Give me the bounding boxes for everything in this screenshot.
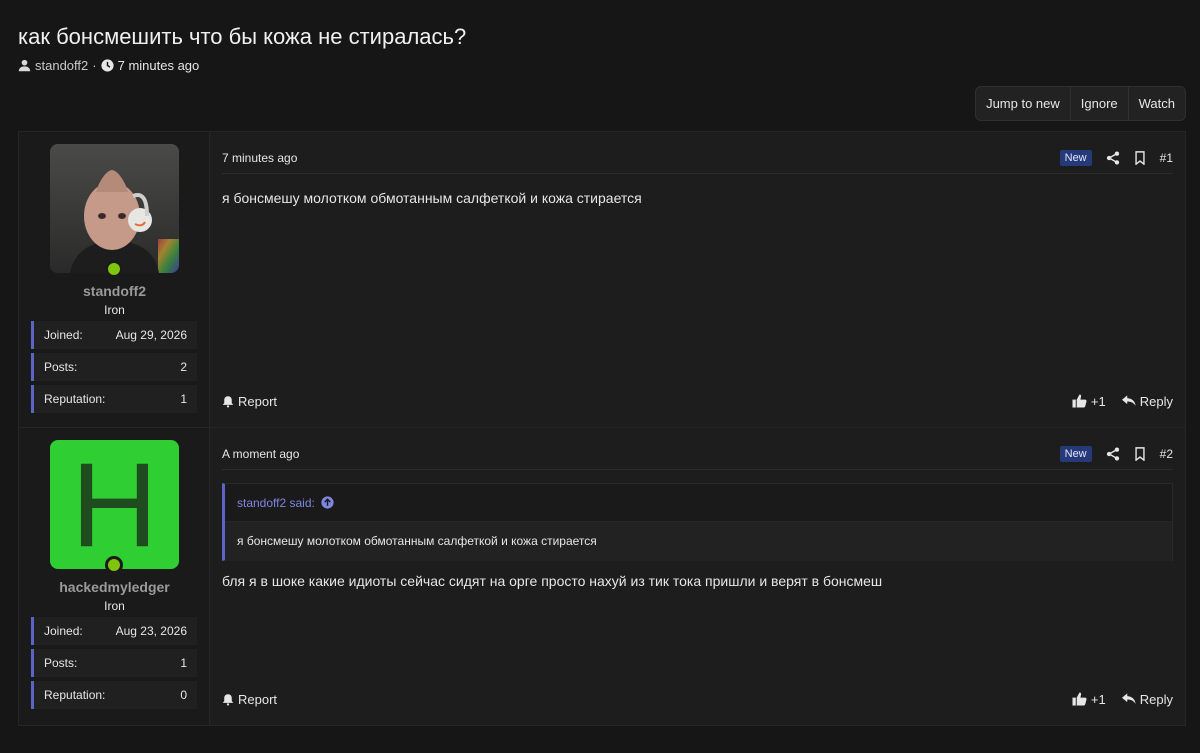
like-count: +1 — [1090, 691, 1106, 707]
thumbs-up-icon — [1072, 692, 1087, 706]
post-number[interactable]: #1 — [1160, 151, 1173, 165]
watch-button[interactable]: Watch — [1127, 87, 1185, 120]
stat-joined: Joined: Aug 29, 2026 — [31, 321, 197, 349]
share-icon[interactable] — [1106, 446, 1120, 461]
post: standoff2 Iron Joined: Aug 29, 2026 Post… — [18, 131, 1186, 428]
user-stats: Joined: Aug 23, 2026 Posts: 1 Reputation… — [31, 617, 197, 713]
post-content: 7 minutes ago New #1 я бонсмешу молотком… — [210, 132, 1185, 427]
share-icon[interactable] — [1106, 150, 1120, 165]
stat-value: 1 — [180, 656, 187, 670]
post-time[interactable]: 7 minutes ago — [222, 151, 297, 165]
post-body: бля я в шоке какие идиоты сейчас сидят н… — [222, 573, 883, 589]
report-button[interactable]: Report — [222, 394, 277, 409]
online-status-indicator — [105, 556, 123, 574]
thread-meta: standoff2 · 7 minutes ago — [18, 58, 199, 73]
bell-icon — [222, 395, 234, 408]
avatar[interactable] — [50, 144, 179, 273]
user-stats: Joined: Aug 29, 2026 Posts: 2 Reputation… — [31, 321, 197, 417]
new-badge: New — [1059, 445, 1092, 462]
quote-block: standoff2 said: я бонсмешу молотком обмо… — [222, 483, 1173, 561]
new-badge: New — [1059, 149, 1092, 166]
post-time[interactable]: A moment ago — [222, 447, 299, 461]
user-title: Iron — [104, 303, 125, 317]
post-header: A moment ago New #2 — [222, 438, 1173, 470]
stat-label: Reputation: — [44, 392, 106, 406]
post-footer: Report +1 Reply — [222, 689, 1173, 709]
username[interactable]: hackedmyledger — [19, 579, 210, 595]
quote-header[interactable]: standoff2 said: — [225, 484, 1172, 522]
jump-to-new-button[interactable]: Jump to new — [976, 87, 1070, 120]
stat-label: Joined: — [44, 328, 83, 342]
post-content: A moment ago New #2 standoff2 said: я бо… — [210, 428, 1185, 725]
avatar[interactable]: H — [50, 440, 179, 569]
report-label: Report — [238, 393, 278, 409]
quote-text: я бонсмешу молотком обмотанным салфеткой… — [225, 522, 1172, 561]
thread-page: как бонсмешить что бы кожа не стиралась?… — [0, 0, 1200, 753]
reply-label: Reply — [1139, 691, 1173, 707]
reply-icon — [1121, 693, 1136, 705]
quote-author[interactable]: standoff2 said: — [237, 496, 315, 510]
bookmark-icon[interactable] — [1134, 150, 1146, 165]
report-button[interactable]: Report — [222, 692, 277, 707]
reply-icon — [1121, 395, 1136, 407]
meta-separator: · — [92, 58, 97, 73]
stat-joined: Joined: Aug 23, 2026 — [31, 617, 197, 645]
bookmark-icon[interactable] — [1134, 446, 1146, 461]
report-label: Report — [238, 691, 278, 707]
reply-button[interactable]: Reply — [1121, 393, 1173, 409]
clock-icon — [101, 59, 114, 72]
post-number[interactable]: #2 — [1160, 447, 1173, 461]
stat-value: 1 — [180, 392, 187, 406]
stat-value: Aug 29, 2026 — [115, 328, 187, 342]
stat-label: Joined: — [44, 624, 83, 638]
like-button[interactable]: +1 — [1072, 692, 1106, 707]
reply-label: Reply — [1139, 393, 1173, 409]
post-user-info: standoff2 Iron Joined: Aug 29, 2026 Post… — [19, 132, 210, 427]
stat-posts: Posts: 2 — [31, 353, 197, 381]
thread-title: как бонсмешить что бы кожа не стиралась? — [18, 24, 467, 49]
user-title: Iron — [104, 599, 125, 613]
stat-value: 0 — [180, 688, 187, 702]
like-button[interactable]: +1 — [1072, 394, 1106, 409]
arrow-up-circle-icon[interactable] — [321, 496, 334, 509]
post-header: 7 minutes ago New #1 — [222, 142, 1173, 174]
like-count: +1 — [1090, 393, 1106, 409]
stat-reputation: Reputation: 1 — [31, 385, 197, 413]
post: H hackedmyledger Iron Joined: Aug 23, 20… — [18, 428, 1186, 726]
stat-value: 2 — [180, 360, 187, 374]
username[interactable]: standoff2 — [19, 283, 210, 299]
post-footer: Report +1 Reply — [222, 391, 1173, 411]
thumbs-up-icon — [1072, 394, 1087, 408]
thread-time: 7 minutes ago — [117, 58, 200, 73]
stat-value: Aug 23, 2026 — [115, 624, 187, 638]
stat-label: Posts: — [44, 656, 78, 670]
bell-icon — [222, 693, 234, 706]
stat-label: Posts: — [44, 360, 78, 374]
stat-reputation: Reputation: 0 — [31, 681, 197, 709]
stat-posts: Posts: 1 — [31, 649, 197, 677]
stat-label: Reputation: — [44, 688, 106, 702]
post-body: я бонсмешу молотком обмотанным салфеткой… — [222, 190, 642, 206]
online-status-indicator — [105, 260, 123, 278]
ignore-button[interactable]: Ignore — [1069, 87, 1128, 120]
post-user-info: H hackedmyledger Iron Joined: Aug 23, 20… — [19, 428, 210, 725]
thread-author-link[interactable]: standoff2 — [35, 58, 88, 73]
reply-button[interactable]: Reply — [1121, 691, 1173, 707]
user-icon — [18, 59, 31, 72]
thread-actions: Jump to new Ignore Watch — [975, 86, 1186, 121]
